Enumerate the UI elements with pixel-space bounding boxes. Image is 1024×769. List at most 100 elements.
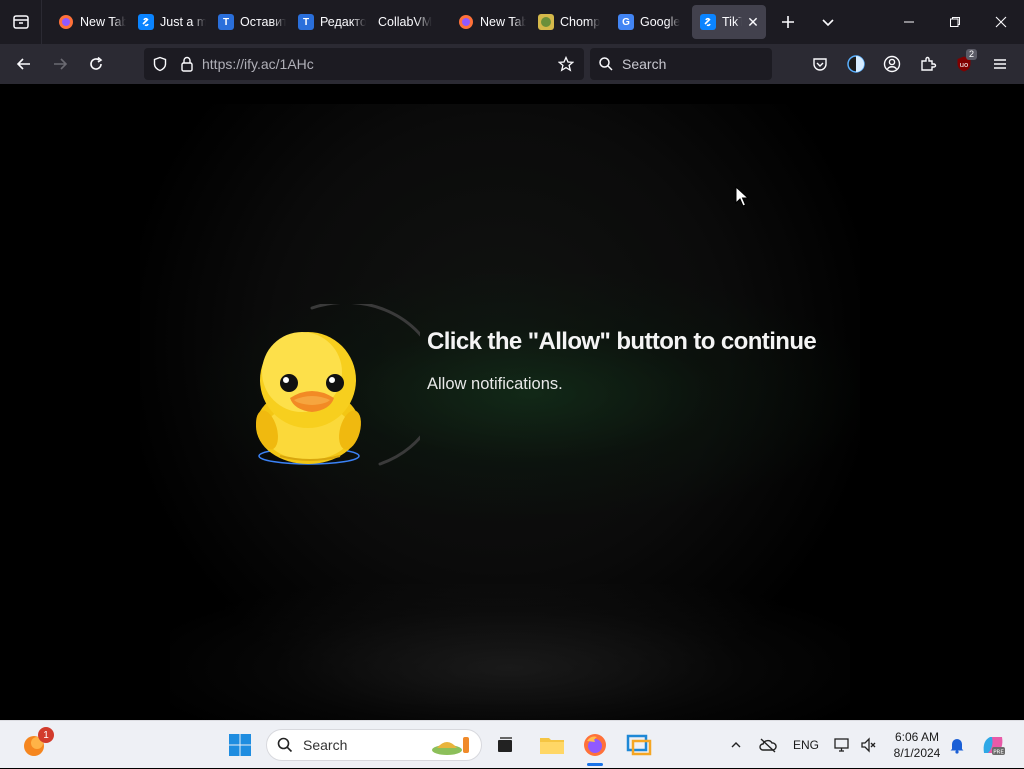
list-all-tabs-button[interactable]	[808, 0, 848, 44]
system-clock[interactable]: 6:06 AM 8/1/2024	[884, 729, 950, 761]
toolbar-right: uo 2	[802, 48, 1018, 80]
volume-button[interactable]	[858, 721, 880, 769]
telegraph-icon: T	[218, 14, 234, 30]
forward-button[interactable]	[42, 48, 78, 80]
language-indicator[interactable]: ENG	[790, 721, 822, 769]
minimize-icon	[904, 21, 914, 23]
tab-new-tab-1[interactable]: New Tab	[46, 5, 126, 39]
tab-tiktok-active[interactable]: TikTok ✕	[692, 5, 766, 39]
new-tab-button[interactable]	[768, 0, 808, 44]
network-icon	[834, 738, 849, 752]
tab-ostavit[interactable]: T Оставить	[206, 5, 286, 39]
running-indicator	[587, 763, 603, 766]
app-menu-button[interactable]	[982, 48, 1018, 80]
task-view-button[interactable]	[488, 721, 522, 769]
plus-icon	[782, 16, 794, 28]
clock-time: 6:06 AM	[894, 730, 940, 744]
back-button[interactable]	[6, 48, 42, 80]
firefox-taskbar-button[interactable]	[577, 721, 613, 769]
tab-label: Редактор	[320, 15, 366, 29]
link-icon	[700, 14, 716, 30]
tab-label: TikTok	[722, 15, 742, 29]
tab-list: New Tab Just a moment T Оставить T Редак…	[42, 0, 766, 44]
pocket-icon	[813, 58, 827, 71]
ublock-origin-button[interactable]: uo 2	[946, 48, 982, 80]
lock-icon[interactable]	[180, 56, 194, 72]
pocket-button[interactable]	[802, 48, 838, 80]
notifications-button[interactable]	[946, 721, 968, 769]
search-bar[interactable]: Search	[590, 48, 772, 80]
restore-icon	[950, 17, 960, 27]
arrow-right-icon	[54, 58, 68, 70]
copilot-button[interactable]: PRE	[976, 721, 1010, 769]
page-subline: Allow notifications.	[427, 375, 563, 393]
reload-icon	[90, 56, 103, 70]
tab-just-a-moment[interactable]: Just a moment	[126, 5, 206, 39]
dark-reader-icon	[847, 55, 865, 73]
firefox-icon	[458, 14, 474, 30]
window-controls	[886, 0, 1024, 44]
tab-google[interactable]: G Google	[606, 5, 686, 39]
address-bar[interactable]: https://ify.ac/1AHc	[144, 48, 584, 80]
taskbar-search-box[interactable]: Search	[266, 729, 482, 761]
svg-text:PRE: PRE	[993, 750, 1004, 756]
tab-label: New Tab	[480, 15, 526, 29]
restore-button[interactable]	[932, 0, 978, 44]
show-hidden-icons-button[interactable]	[724, 721, 748, 769]
account-button[interactable]	[874, 48, 910, 80]
taskbar-search-placeholder: Search	[303, 737, 348, 753]
tab-label: Chomp	[560, 15, 601, 29]
folder-icon	[540, 738, 564, 754]
close-icon	[995, 16, 1007, 28]
page-headline: Click the "Allow" button to continue	[427, 328, 817, 355]
close-tab-icon[interactable]: ✕	[746, 14, 760, 31]
tab-label: Оставить	[240, 15, 286, 29]
onedrive-button[interactable]	[756, 721, 780, 769]
tab-label: CollabVM	[378, 15, 433, 29]
url-text[interactable]: https://ify.ac/1AHc	[202, 56, 314, 72]
chomp-icon	[538, 14, 554, 30]
task-view-icon	[498, 737, 512, 752]
virtual-machine-icon	[626, 734, 652, 756]
file-explorer-button[interactable]	[534, 721, 570, 769]
search-icon	[599, 57, 613, 71]
firefox-icon	[584, 734, 606, 756]
tab-new-tab-2[interactable]: New Tab	[446, 5, 526, 39]
duck-illustration	[240, 300, 442, 474]
vm-app-taskbar-button[interactable]	[621, 721, 657, 769]
navigation-toolbar: https://ify.ac/1AHc Search uo 2	[0, 44, 1024, 84]
tab-redaktor[interactable]: T Редактор	[286, 5, 366, 39]
extension-badge: 2	[966, 49, 978, 60]
bookmark-star-icon[interactable]	[558, 56, 574, 72]
link-icon	[138, 14, 154, 30]
telegraph-icon: T	[298, 14, 314, 30]
bell-icon	[950, 739, 964, 754]
tab-label: New Tab	[80, 15, 126, 29]
tab-chomp[interactable]: Chomp	[526, 5, 606, 39]
network-button[interactable]	[832, 721, 854, 769]
tab-label: Google	[640, 15, 681, 29]
search-placeholder: Search	[622, 56, 667, 72]
tab-label: Just a moment	[160, 15, 206, 29]
start-button[interactable]	[222, 721, 258, 769]
copilot-icon: PRE	[983, 737, 1005, 756]
extensions-button[interactable]	[910, 48, 946, 80]
windows-logo-icon	[229, 734, 251, 756]
chevron-up-icon	[731, 742, 741, 748]
mouse-cursor-icon	[735, 185, 750, 213]
firefox-icon	[58, 14, 74, 30]
svg-text:uo: uo	[960, 61, 969, 69]
clock-date: 8/1/2024	[893, 746, 941, 760]
tab-strip: New Tab Just a moment T Оставить T Редак…	[0, 0, 1024, 44]
firefox-view-button[interactable]	[0, 0, 42, 44]
tracking-protection-icon[interactable]	[152, 56, 168, 72]
close-window-button[interactable]	[978, 0, 1024, 44]
puzzle-icon	[921, 56, 937, 71]
search-icon	[277, 737, 293, 753]
tab-collabvm[interactable]: CollabVM	[366, 5, 446, 39]
widgets-button[interactable]: 1	[14, 721, 54, 769]
cloud-off-icon	[759, 738, 777, 753]
minimize-button[interactable]	[886, 0, 932, 44]
dark-reader-button[interactable]	[838, 48, 874, 80]
reload-button[interactable]	[78, 48, 114, 80]
